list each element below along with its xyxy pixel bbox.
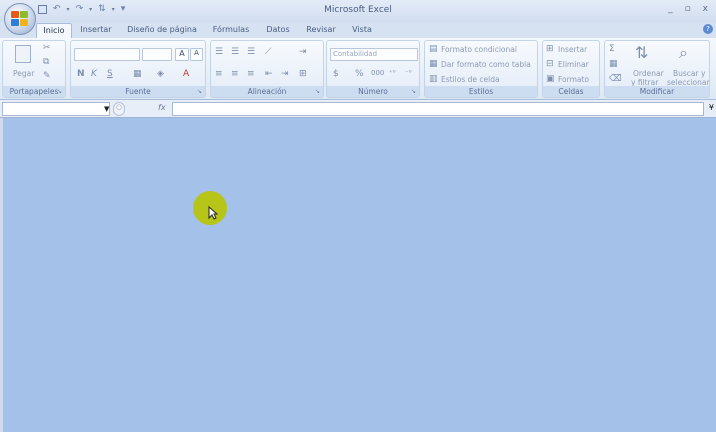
increase-decimal-icon[interactable]: ⁺⁰: [389, 69, 396, 77]
format-cells-icon: ▣: [546, 74, 555, 84]
tab-inicio[interactable]: Inicio: [36, 23, 72, 38]
group-label-fuente: Fuente: [71, 86, 205, 97]
decrease-indent-icon[interactable]: ⇤: [265, 69, 273, 79]
tab-vista[interactable]: Vista: [348, 23, 376, 38]
close-button[interactable]: x: [703, 4, 708, 14]
align-center-icon[interactable]: ≡: [231, 69, 239, 79]
group-label-celdas: Celdas: [543, 86, 599, 97]
group-numero: Contabilidad $ % 000 ⁺⁰ ⁻⁰ Número ↘: [326, 40, 420, 98]
group-estilos: ▤ Formato condicional ▦ Dar formato como…: [424, 40, 538, 98]
paste-label[interactable]: Pegar: [13, 69, 34, 78]
window-controls: _ ▫ x: [668, 4, 708, 14]
expand-formula-bar-icon[interactable]: ¥: [709, 103, 714, 112]
restore-button[interactable]: ▫: [685, 4, 691, 14]
autosum-icon[interactable]: Σ: [609, 44, 615, 54]
formula-divider-icon[interactable]: ○: [113, 102, 125, 116]
formula-bar: ▼ ○ fx ¥: [0, 100, 716, 118]
group-portapapeles: Pegar ✂ ⧉ ✎ Portapapeles ↘: [2, 40, 66, 98]
group-label-portapapeles: Portapapeles: [3, 86, 65, 97]
copy-icon[interactable]: ⧉: [43, 57, 49, 67]
bold-button[interactable]: N: [77, 69, 85, 79]
group-modificar: Σ ▦ ⌫ ⇅ Ordenar y filtrar ⌕ Buscar y sel…: [604, 40, 710, 98]
paste-icon[interactable]: [15, 45, 31, 63]
ribbon-tabs: Inicio Insertar Diseño de página Fórmula…: [0, 22, 716, 38]
number-format-select[interactable]: Contabilidad: [330, 48, 418, 61]
fill-icon[interactable]: ▦: [609, 59, 618, 69]
currency-button[interactable]: $: [333, 69, 339, 79]
formula-input[interactable]: [172, 102, 704, 116]
tab-diseno-pagina[interactable]: Diseño de página: [124, 23, 200, 38]
clear-icon[interactable]: ⌫: [609, 74, 622, 84]
group-label-modificar: Modificar: [605, 86, 709, 97]
increase-indent-icon[interactable]: ⇥: [281, 69, 289, 79]
dialog-launcher-icon[interactable]: ↘: [411, 88, 416, 95]
borders-icon[interactable]: ▦: [133, 69, 142, 79]
thousands-button[interactable]: 000: [371, 69, 384, 77]
office-logo-icon: [11, 11, 29, 27]
format-as-table-button[interactable]: Dar formato como tabla: [441, 60, 531, 69]
format-table-icon: ▦: [429, 59, 438, 69]
tab-datos[interactable]: Datos: [262, 23, 294, 38]
dialog-launcher-icon[interactable]: ↘: [315, 88, 320, 95]
office-button[interactable]: [4, 3, 36, 35]
group-label-estilos: Estilos: [425, 86, 537, 97]
fill-color-icon[interactable]: ◈: [157, 69, 164, 79]
delete-cells-button[interactable]: Eliminar: [558, 60, 589, 69]
cut-icon[interactable]: ✂: [43, 43, 51, 53]
sort-filter-label-1[interactable]: Ordenar: [633, 69, 664, 78]
font-name-select[interactable]: [74, 48, 140, 61]
name-box[interactable]: [2, 102, 110, 116]
merge-center-icon[interactable]: ⊞: [299, 69, 307, 79]
window-title: Microsoft Excel: [324, 5, 392, 15]
insert-cells-button[interactable]: Insertar: [558, 45, 587, 54]
align-bottom-icon[interactable]: ☰: [247, 47, 255, 57]
dialog-launcher-icon[interactable]: ↘: [57, 88, 62, 95]
find-select-icon: ⌕: [679, 43, 688, 62]
insert-function-button[interactable]: fx: [158, 103, 166, 112]
title-bar: ↶ ▾ ↷ ▾ ⇅ ▾ ▾ Microsoft Excel _ ▫ x: [0, 0, 716, 22]
find-select-label-1[interactable]: Buscar y: [673, 69, 705, 78]
ribbon: Pegar ✂ ⧉ ✎ Portapapeles ↘ A A N K S ▦ ◈…: [0, 38, 716, 100]
group-fuente: A A N K S ▦ ◈ A Fuente ↘: [70, 40, 206, 98]
delete-cells-icon: ⊟: [546, 59, 554, 69]
percent-button[interactable]: %: [355, 69, 364, 79]
conditional-format-icon: ▤: [429, 44, 438, 54]
workbook-area: [0, 118, 716, 432]
sort-filter-icon: ⇅: [635, 43, 649, 62]
decrease-decimal-icon[interactable]: ⁻⁰: [405, 69, 412, 77]
orientation-icon[interactable]: ⟋: [265, 47, 271, 57]
grow-font-button[interactable]: A: [175, 48, 189, 61]
conditional-format-button[interactable]: Formato condicional: [441, 45, 517, 54]
italic-button[interactable]: K: [91, 69, 97, 79]
wrap-text-icon[interactable]: ⇥: [299, 47, 307, 57]
align-middle-icon[interactable]: ☰: [231, 47, 239, 57]
minimize-button[interactable]: _: [668, 4, 673, 14]
font-color-icon[interactable]: A: [183, 69, 189, 79]
name-box-dropdown-icon[interactable]: ▼: [104, 105, 109, 113]
format-cells-button[interactable]: Formato: [558, 75, 589, 84]
tab-formulas[interactable]: Fórmulas: [210, 23, 252, 38]
group-label-alineacion: Alineación: [211, 86, 323, 97]
align-left-icon[interactable]: ≡: [215, 69, 223, 79]
align-top-icon[interactable]: ☰: [215, 47, 223, 57]
underline-button[interactable]: S: [107, 69, 113, 79]
group-alineacion: ☰ ☰ ☰ ⟋ ⇥ ≡ ≡ ≡ ⇤ ⇥ ⊞ Alineación ↘: [210, 40, 324, 98]
group-label-numero: Número: [327, 86, 419, 97]
insert-cells-icon: ⊞: [546, 44, 554, 54]
tab-insertar[interactable]: Insertar: [76, 23, 116, 38]
dialog-launcher-icon[interactable]: ↘: [197, 88, 202, 95]
format-painter-icon[interactable]: ✎: [43, 71, 51, 81]
group-celdas: ⊞ Insertar ⊟ Eliminar ▣ Formato Celdas: [542, 40, 600, 98]
tab-revisar[interactable]: Revisar: [302, 23, 340, 38]
align-right-icon[interactable]: ≡: [247, 69, 255, 79]
mouse-pointer-icon: [208, 206, 218, 220]
help-icon[interactable]: ?: [703, 24, 713, 34]
shrink-font-button[interactable]: A: [190, 48, 203, 61]
cell-styles-icon: ▥: [429, 74, 438, 84]
font-size-select[interactable]: [142, 48, 172, 61]
cell-styles-button[interactable]: Estilos de celda: [441, 75, 500, 84]
